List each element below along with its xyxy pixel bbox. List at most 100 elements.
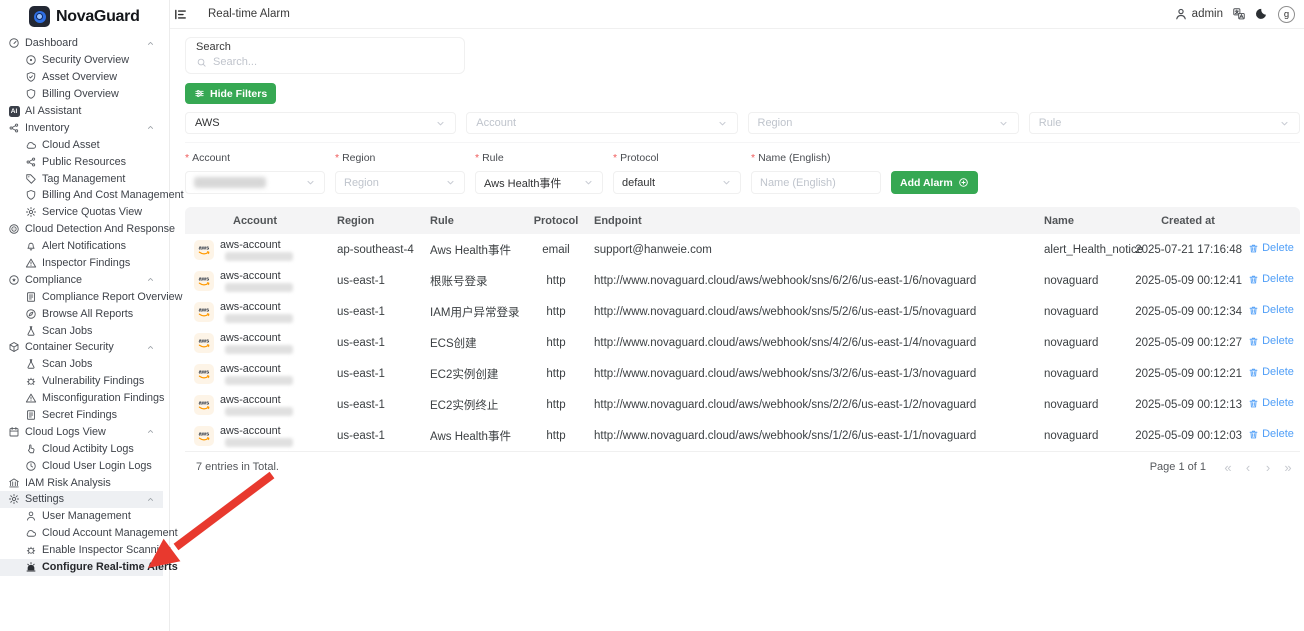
- share-icon: [8, 122, 20, 134]
- delete-button[interactable]: Delete: [1248, 273, 1294, 285]
- sidebar-item-cloud-actibity-logs[interactable]: Cloud Actibity Logs: [0, 440, 163, 457]
- doc-icon: [25, 291, 37, 303]
- sidebar-item-label: Vulnerability Findings: [42, 375, 144, 387]
- filter-selects-row: AWS Account Region Rule: [185, 112, 1300, 143]
- sidebar-item-container-security[interactable]: Container Security: [0, 339, 163, 356]
- next-page-icon[interactable]: ›: [1258, 460, 1278, 475]
- delete-button[interactable]: Delete: [1248, 366, 1294, 378]
- sidebar-item-cloud-asset[interactable]: Cloud Asset: [0, 136, 163, 153]
- sidebar-item-cloud-detection-and-response[interactable]: Cloud Detection And Response: [0, 221, 163, 238]
- delete-button[interactable]: Delete: [1248, 242, 1294, 254]
- masked-account-id: [225, 314, 293, 323]
- sidebar-item-secret-findings[interactable]: Secret Findings: [0, 407, 163, 424]
- delete-button[interactable]: Delete: [1248, 335, 1294, 347]
- sidebar-item-cloud-user-login-logs[interactable]: Cloud User Login Logs: [0, 457, 163, 474]
- sidebar-item-cloud-account-management[interactable]: Cloud Account Management: [0, 525, 163, 542]
- translate-icon[interactable]: [1232, 7, 1246, 21]
- sidebar-item-tag-management[interactable]: Tag Management: [0, 170, 163, 187]
- protocol-select[interactable]: default: [613, 171, 741, 194]
- delete-button[interactable]: Delete: [1248, 304, 1294, 316]
- sidebar-item-alert-notifications[interactable]: Alert Notifications: [0, 238, 163, 255]
- filter-select-region[interactable]: Region: [748, 112, 1019, 134]
- account-name: aws-account: [220, 239, 293, 251]
- account-cell: awsaws-account: [185, 425, 325, 447]
- sidebar-item-vulnerability-findings[interactable]: Vulnerability Findings: [0, 373, 163, 390]
- sidebar-item-ai-assistant[interactable]: AIAI Assistant: [0, 103, 163, 120]
- hide-filters-button[interactable]: Hide Filters: [185, 83, 276, 104]
- delete-button[interactable]: Delete: [1248, 397, 1294, 409]
- sidebar-item-label: Cloud User Login Logs: [42, 460, 152, 472]
- filter-select-account[interactable]: Account: [466, 112, 737, 134]
- chevron-down-icon: [445, 177, 456, 188]
- region-cell: us-east-1: [325, 430, 430, 442]
- sidebar-item-public-resources[interactable]: Public Resources: [0, 153, 163, 170]
- protocol-cell: http: [530, 306, 582, 318]
- chevron-up-icon: [146, 275, 155, 284]
- region-cell: us-east-1: [325, 306, 430, 318]
- sidebar-item-dashboard[interactable]: Dashboard: [0, 35, 163, 52]
- add-alarm-button[interactable]: Add Alarm: [891, 171, 978, 194]
- person-icon: [25, 510, 37, 522]
- protocol-cell: http: [530, 275, 582, 287]
- pager-buttons: «‹›»: [1218, 460, 1298, 475]
- sidebar-item-browse-all-reports[interactable]: Browse All Reports: [0, 305, 163, 322]
- sidebar-nav: DashboardSecurity OverviewAsset Overview…: [0, 32, 169, 576]
- field-label: *Region: [335, 152, 465, 164]
- sidebar-item-scan-jobs[interactable]: Scan Jobs: [0, 356, 163, 373]
- prev-page-icon[interactable]: ‹: [1238, 460, 1258, 475]
- sidebar-item-asset-overview[interactable]: Asset Overview: [0, 69, 163, 86]
- sidebar-item-billing-overview[interactable]: Billing Overview: [0, 86, 163, 103]
- moon-icon[interactable]: [1255, 7, 1269, 21]
- delete-button[interactable]: Delete: [1248, 428, 1294, 440]
- menu-fold-icon[interactable]: [173, 7, 188, 22]
- sidebar-item-scan-jobs[interactable]: Scan Jobs: [0, 322, 163, 339]
- name_english-input[interactable]: Name (English): [751, 171, 881, 194]
- user-menu[interactable]: admin: [1174, 7, 1223, 21]
- shield-icon: [25, 189, 37, 201]
- sidebar-item-inventory[interactable]: Inventory: [0, 119, 163, 136]
- sidebar-item-cloud-logs-view[interactable]: Cloud Logs View: [0, 423, 163, 440]
- filter-select-provider[interactable]: AWS: [185, 112, 456, 134]
- first-page-icon[interactable]: «: [1218, 460, 1238, 475]
- sidebar-item-label: Secret Findings: [42, 409, 117, 421]
- search-label: Search: [196, 41, 454, 53]
- account-select[interactable]: [185, 171, 325, 194]
- svg-text:aws: aws: [199, 369, 210, 375]
- region-select[interactable]: Region: [335, 171, 465, 194]
- sidebar-item-label: Alert Notifications: [42, 240, 126, 252]
- main-area: Real-time Alarm admin g Search Search...: [170, 0, 1304, 631]
- sidebar-item-billing-and-cost-management[interactable]: Billing And Cost Management: [0, 187, 163, 204]
- sidebar-item-settings[interactable]: Settings: [0, 491, 163, 508]
- sidebar-item-misconfiguration-findings[interactable]: Misconfiguration Findings: [0, 390, 163, 407]
- filter-select-rule[interactable]: Rule: [1029, 112, 1300, 134]
- gear-icon: [25, 206, 37, 218]
- protocol-cell: http: [530, 368, 582, 380]
- column-header-protocol: Protocol: [530, 215, 582, 227]
- github-badge[interactable]: g: [1278, 6, 1295, 23]
- flask-icon: [25, 358, 37, 370]
- sidebar-item-compliance[interactable]: Compliance: [0, 271, 163, 288]
- brand[interactable]: NovaGuard: [0, 0, 169, 32]
- account-name: aws-account: [220, 332, 293, 344]
- sidebar-item-enable-inspector-scanning[interactable]: Enable Inspector Scanning: [0, 542, 163, 559]
- last-page-icon[interactable]: »: [1278, 460, 1298, 475]
- sidebar-item-security-overview[interactable]: Security Overview: [0, 52, 163, 69]
- search-placeholder: Search...: [213, 56, 257, 68]
- sidebar-item-service-quotas-view[interactable]: Service Quotas View: [0, 204, 163, 221]
- rule-select[interactable]: Aws Health事件: [475, 171, 603, 194]
- sidebar-item-configure-real-time-alerts[interactable]: Configure Real-time Alerts: [0, 559, 163, 576]
- sidebar-item-iam-risk-analysis[interactable]: IAM Risk Analysis: [0, 474, 163, 491]
- input-placeholder: Name (English): [760, 177, 836, 189]
- sidebar-item-user-management[interactable]: User Management: [0, 508, 163, 525]
- name-cell: novaguard: [1032, 399, 1134, 411]
- sidebar-item-inspector-findings[interactable]: Inspector Findings: [0, 255, 163, 272]
- sidebar: NovaGuard DashboardSecurity OverviewAsse…: [0, 0, 170, 631]
- compass-icon: [25, 308, 37, 320]
- search-input[interactable]: Search...: [196, 56, 454, 68]
- alarm-table: AccountRegionRuleProtocolEndpointNameCre…: [185, 207, 1300, 482]
- chevron-down-icon: [305, 177, 316, 188]
- table-header: AccountRegionRuleProtocolEndpointNameCre…: [185, 207, 1300, 234]
- endpoint-cell: http://www.novaguard.cloud/aws/webhook/s…: [582, 430, 1032, 442]
- sidebar-item-compliance-report-overview[interactable]: Compliance Report Overview: [0, 288, 163, 305]
- calendar-icon: [8, 426, 20, 438]
